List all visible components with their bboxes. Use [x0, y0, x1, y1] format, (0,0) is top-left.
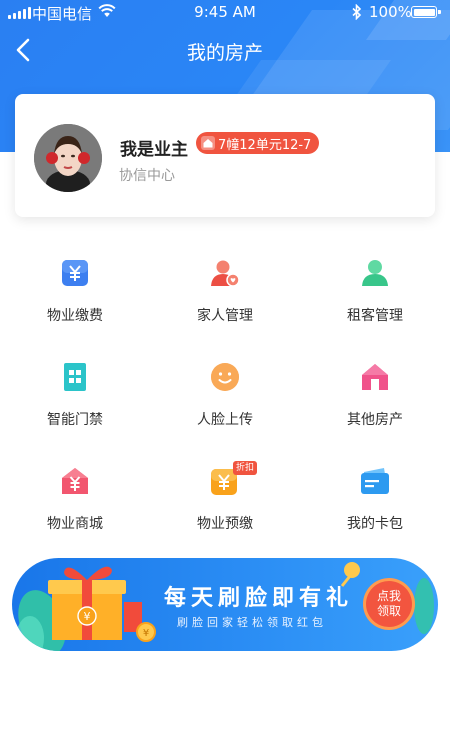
menu-item-family[interactable]: 家人管理: [150, 250, 300, 340]
menu-label: 我的卡包: [347, 516, 403, 532]
claim-label-line1: 点我: [376, 589, 401, 603]
bluetooth-icon: [352, 4, 362, 20]
menu-item-face-upload[interactable]: 人脸上传: [150, 354, 300, 444]
owner-profile-card[interactable]: 我是业主 7幢12单元12-7 协信中心: [15, 94, 435, 217]
discount-badge: 折扣: [233, 461, 258, 475]
menu-item-other-property[interactable]: 其他房产: [300, 354, 450, 444]
menu-label: 其他房产: [347, 412, 403, 428]
house-icon: [362, 364, 388, 390]
menu-item-shop[interactable]: 物业商城: [0, 458, 150, 548]
banner-subtitle: 刷脸回家轻松领取红包: [177, 616, 327, 629]
svg-text:¥: ¥: [143, 628, 149, 639]
menu-label: 物业商城: [47, 516, 103, 532]
face-reward-banner[interactable]: ¥ ¥ 每天刷脸即有礼 刷脸回家轻松领取红包 点我 领取: [12, 558, 438, 651]
menu-label: 租客管理: [347, 308, 403, 324]
tenant-icon: [362, 260, 388, 286]
room-label: 7幢12单元12-7: [218, 137, 312, 153]
menu-item-access-control[interactable]: 智能门禁: [0, 354, 150, 444]
menu-item-property-fee[interactable]: 物业缴费: [0, 250, 150, 340]
page-title: 我的房产: [186, 42, 263, 64]
yen-card-icon: [62, 260, 88, 286]
avatar: [34, 124, 102, 192]
menu-item-card-wallet[interactable]: 我的卡包: [300, 458, 450, 548]
menu-label: 家人管理: [197, 308, 253, 324]
owner-name: 我是业主: [120, 140, 188, 160]
community-name: 协信中心: [119, 168, 175, 184]
banner-title: 每天刷脸即有礼: [164, 586, 354, 611]
building-icon: [64, 363, 86, 391]
menu-label: 人脸上传: [197, 412, 253, 428]
status-bar: 中国电信 9:45 AM 100%: [0, 0, 450, 26]
menu-label: 智能门禁: [47, 412, 103, 428]
face-icon: [211, 363, 239, 391]
claim-label-line2: 领取: [376, 604, 401, 618]
family-icon: [211, 260, 240, 287]
claim-button[interactable]: 点我 领取: [366, 581, 412, 627]
battery-percent: 100%: [369, 3, 412, 21]
shop-icon: [62, 468, 88, 494]
menu-item-tenant[interactable]: 租客管理: [300, 250, 450, 340]
menu-label: 物业预缴: [197, 516, 253, 532]
menu-item-prepay[interactable]: 折扣 物业预缴: [150, 458, 300, 548]
home-icon: [201, 136, 215, 150]
battery-icon: [411, 6, 441, 18]
svg-text:¥: ¥: [84, 610, 91, 623]
menu-label: 物业缴费: [47, 308, 103, 324]
room-badge: 7幢12单元12-7: [196, 132, 320, 154]
wallet-icon: [361, 468, 389, 494]
